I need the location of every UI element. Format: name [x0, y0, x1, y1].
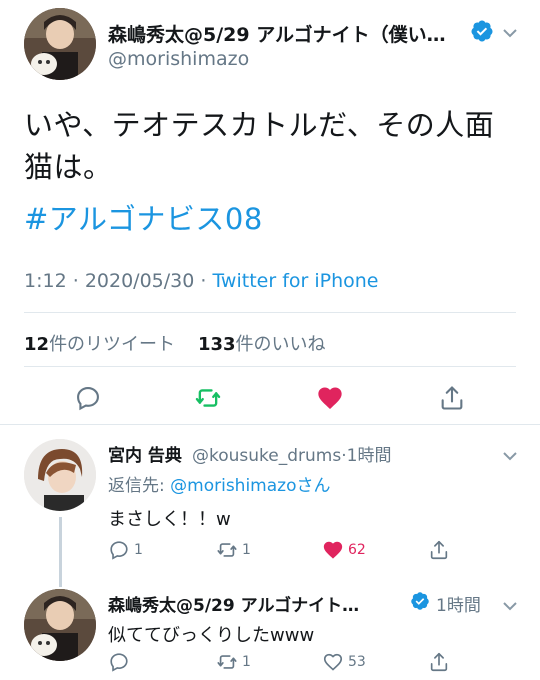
tweet-source-link[interactable]: Twitter for iPhone [212, 270, 378, 292]
like-heart-outline-icon [323, 653, 343, 671]
author-avatar[interactable] [24, 8, 96, 80]
chevron-down-icon[interactable] [502, 447, 518, 461]
reply-button[interactable] [108, 651, 130, 673]
reply-icon[interactable] [74, 384, 102, 412]
reply-author-name[interactable]: 宮内 告典 [108, 441, 182, 466]
tweet-meta: 1:12 · 2020/05/30 · Twitter for iPhone [24, 270, 379, 292]
reply-tweet[interactable]: 宮内 告典 @kousuke_drums·1時間 返信先: @morishima… [0, 425, 540, 585]
reply-count: 1 [134, 542, 143, 558]
like-button[interactable]: 53 [322, 651, 366, 673]
share-button[interactable] [428, 539, 450, 561]
retweet-icon[interactable] [194, 384, 222, 412]
author-name[interactable]: 森嶋秀太@5/29 アルゴナイト（僕い… [108, 20, 446, 47]
author-handle[interactable]: @morishimazo [108, 48, 249, 70]
share-icon [430, 540, 448, 560]
share-icon[interactable] [438, 384, 466, 412]
engagement-counts: 12件のリツイート 133件のいいね [24, 330, 326, 356]
reply-author-avatar[interactable] [24, 439, 96, 511]
verified-badge-icon [470, 19, 494, 43]
like-count: 53 [348, 654, 366, 670]
meta-separator: · [72, 270, 79, 292]
divider [24, 366, 516, 367]
reply-icon [110, 541, 128, 560]
reply-text: まさしく！！w [108, 509, 231, 530]
retweet-count: 1 [242, 542, 251, 558]
like-heart-icon [323, 541, 343, 559]
reply-icon [110, 653, 128, 672]
retweet-button[interactable]: 1 [216, 539, 251, 561]
reply-text: 似ててびっくりしたwww [108, 625, 315, 646]
like-count: 62 [348, 542, 366, 558]
reply-button[interactable]: 1 [108, 539, 143, 561]
like-heart-icon[interactable] [316, 384, 344, 412]
tweet-text: いや、テオテスカトルだ、その人面猫は。 [24, 108, 495, 184]
share-button[interactable] [428, 651, 450, 673]
retweet-icon [217, 655, 237, 669]
retweet-icon [217, 543, 237, 557]
retweet-button[interactable]: 1 [216, 651, 251, 673]
tweet-date: 2020/05/30 [84, 270, 195, 292]
chevron-down-icon[interactable] [502, 597, 518, 611]
hashtag-link[interactable]: #アルゴナビス08 [24, 196, 263, 238]
reply-to-handle-link[interactable]: @morishimazo [170, 476, 296, 496]
chevron-down-icon[interactable] [502, 24, 518, 38]
retweet-count: 1 [242, 654, 251, 670]
divider [24, 312, 516, 313]
reply-author-name[interactable]: 森嶋秀太@5/29 アルゴナイト… [108, 591, 359, 616]
share-icon [430, 652, 448, 672]
verified-badge-icon [410, 591, 430, 611]
reply-time: 1時間 [436, 596, 481, 616]
main-tweet: 森嶋秀太@5/29 アルゴナイト（僕い… @morishimazo いや、テオテ… [0, 0, 540, 424]
like-count-link[interactable]: 133件のいいね [198, 334, 326, 355]
reply-author-avatar[interactable] [24, 589, 96, 661]
thread-line [59, 565, 62, 587]
replying-to: 返信先: @morishimazoさん [108, 476, 331, 496]
reply-author-handle[interactable]: @kousuke_drums·1時間 [192, 441, 391, 466]
reply-tweet[interactable]: 森嶋秀太@5/29 アルゴナイト… 1時間 似ててびっくりしたwww 1 53 [0, 565, 540, 680]
like-button[interactable]: 62 [322, 539, 366, 561]
retweet-count-link[interactable]: 12件のリツイート [24, 334, 175, 355]
tweet-time: 1:12 [24, 270, 67, 292]
